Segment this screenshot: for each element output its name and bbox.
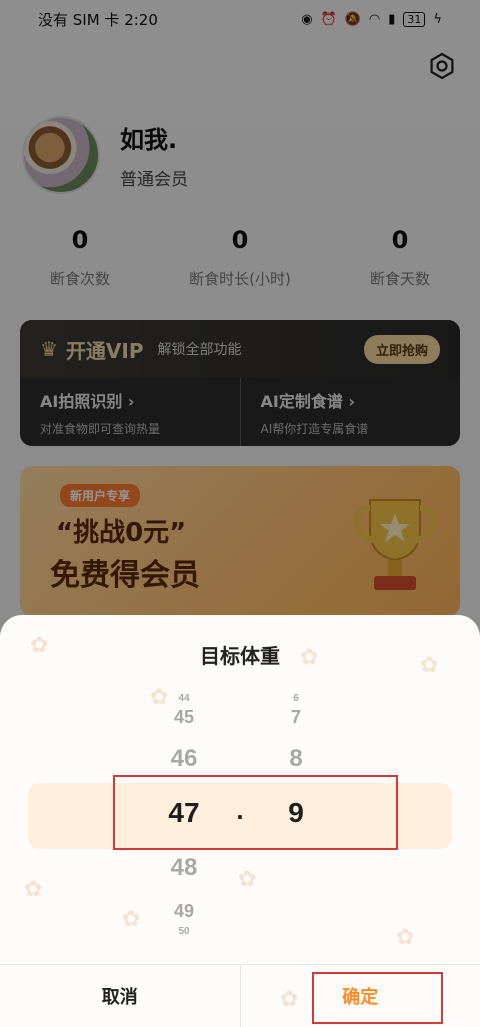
target-weight-sheet: ✿ ✿ ✿ ✿ ✿ ✿ ✿ ✿ ✿ 目标体重 44 45 46 47 48 49… (0, 615, 480, 1027)
sheet-title: 目标体重 (200, 644, 280, 668)
picker-option[interactable]: 50 (144, 926, 224, 937)
picker-option[interactable]: 44 (144, 693, 224, 704)
picker-option[interactable]: 8 (256, 745, 336, 773)
picker-option[interactable]: 6 (256, 693, 336, 704)
picker-option[interactable]: 46 (144, 745, 224, 773)
picker-option[interactable]: 48 (144, 854, 224, 882)
picker-option[interactable]: 7 (256, 707, 336, 728)
picker-option[interactable]: 45 (144, 707, 224, 728)
picker-option[interactable]: 49 (144, 901, 224, 922)
cancel-button[interactable]: 取消 (0, 965, 241, 1027)
confirm-button-marker (312, 972, 443, 1024)
selected-value-marker (113, 775, 398, 850)
